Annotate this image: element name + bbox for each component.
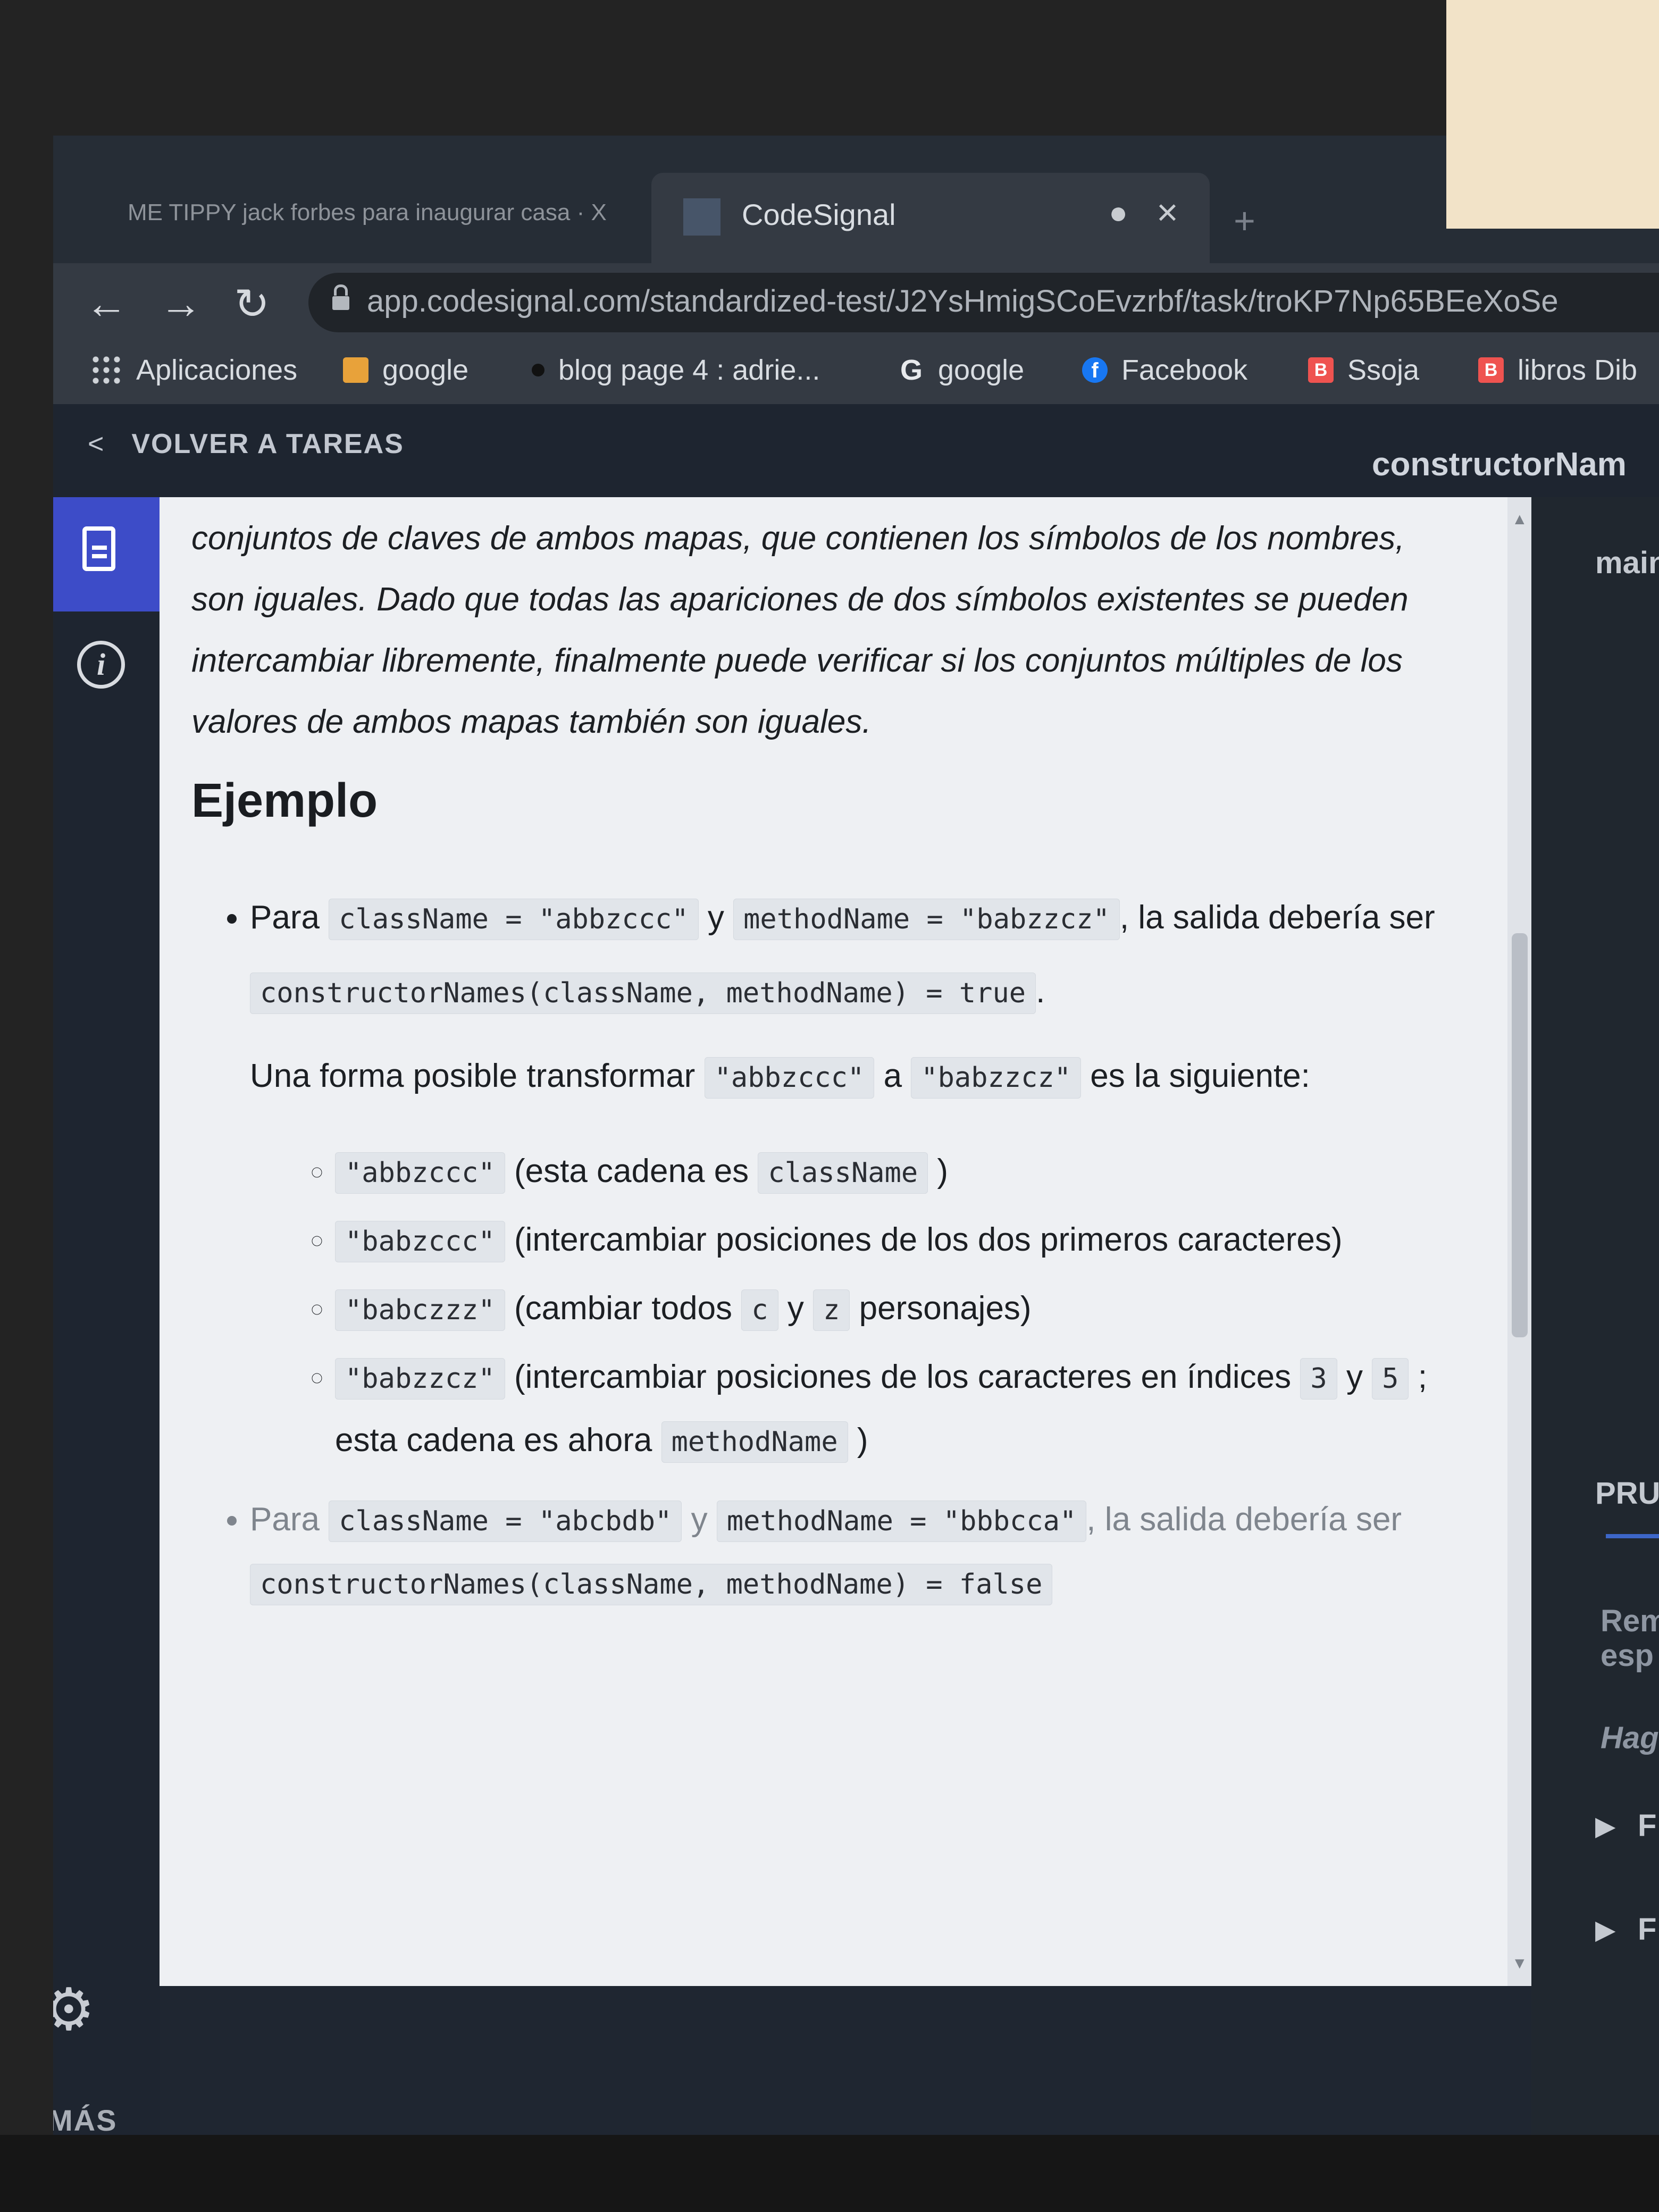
remaining-line-1: Rem: [1601, 1604, 1659, 1638]
dot-icon: [532, 364, 544, 376]
google-g-icon: G: [900, 354, 923, 386]
browser-toolbar: ← → ↻ app.codesignal.com/standardized-te…: [53, 263, 1659, 343]
transform-paragraph: Una forma posible transformar "abbzccc" …: [250, 1045, 1436, 1109]
blogger-icon: B: [1478, 357, 1504, 383]
bookmark-aplicaciones[interactable]: Aplicaciones: [90, 354, 297, 387]
step-item: "abbzccc" (esta cadena es className ): [335, 1141, 1436, 1204]
bookmark-facebook[interactable]: f Facebook: [1082, 354, 1247, 387]
document-icon: [82, 526, 115, 571]
file-tab-main-js[interactable]: main.js: [1595, 545, 1659, 581]
tests-tab-indicator: [1606, 1534, 1659, 1538]
app-header: < VOLVER A TAREAS constructorNam: [53, 404, 1659, 497]
tab-title: CodeSignal: [742, 198, 896, 231]
bookmark-google-1[interactable]: google: [343, 354, 468, 387]
apps-grid-icon: [90, 354, 122, 386]
step-item: "babczzz" (cambiar todos c y z personaje…: [335, 1278, 1436, 1341]
tests-tab[interactable]: PRUEB: [1595, 1476, 1659, 1511]
monitor-bezel: [0, 2135, 1659, 2212]
left-sidebar: i ⚙ MÁS: [53, 497, 160, 2135]
remaining-line-2: esp: [1601, 1638, 1654, 1673]
gear-icon[interactable]: ⚙: [53, 1975, 95, 2043]
facebook-icon: f: [1082, 357, 1108, 383]
test-case-1[interactable]: F: [1638, 1808, 1656, 1844]
hint-text: Hag: [1601, 1721, 1659, 1755]
task-title: constructorNam: [1372, 446, 1627, 483]
description-text: conjuntos de claves de ambos mapas, que …: [191, 508, 1436, 1631]
examples-list: Para className = "abbzccc" y methodName …: [191, 887, 1436, 1615]
audio-indicator-icon[interactable]: ●: [1109, 194, 1128, 231]
description-scrollbar[interactable]: ▲ ▼: [1507, 497, 1531, 1986]
step-item: "babzzcz" (intercambiar posiciones de lo…: [335, 1346, 1436, 1473]
bookmark-ssoja[interactable]: B Ssoja: [1308, 354, 1419, 387]
back-arrow-icon[interactable]: ←: [85, 279, 128, 328]
tab-close-icon[interactable]: ×: [1157, 191, 1178, 233]
expand-test-icon[interactable]: ▶: [1595, 1811, 1615, 1841]
bookmarks-bar: Aplicaciones google blog page 4 : adrie.…: [53, 343, 1659, 404]
more-label[interactable]: MÁS: [53, 2103, 117, 2135]
bookmark-google-2[interactable]: G google: [899, 354, 1024, 387]
editor-panel: main.js PRUEB Rem esp Hag ▶ F ▶ F: [1531, 497, 1659, 2135]
example-item-1: Para className = "abbzccc" y methodName …: [250, 887, 1436, 1473]
scroll-down-icon[interactable]: ▼: [1512, 1955, 1528, 1973]
sticky-note: [1446, 0, 1659, 229]
scroll-thumb[interactable]: [1512, 933, 1528, 1337]
description-tab[interactable]: [53, 497, 160, 611]
codesignal-favicon-icon: [683, 198, 720, 236]
forward-arrow-icon[interactable]: →: [160, 279, 202, 328]
address-bar[interactable]: app.codesignal.com/standardized-test/J2Y…: [308, 273, 1659, 332]
bookmark-blog-page[interactable]: blog page 4 : adrie...: [532, 354, 820, 387]
bookmark-libros[interactable]: B libros Dib: [1478, 354, 1637, 387]
example-heading: Ejemplo: [191, 774, 378, 827]
code-classname: className = "abbzccc": [329, 899, 699, 940]
url-text: app.codesignal.com/standardized-test/J2Y…: [367, 284, 1559, 319]
code-result: constructorNames(className, methodName) …: [250, 973, 1036, 1014]
browser-tab-inactive[interactable]: ME TIPPY jack forbes para inaugurar casa…: [85, 183, 686, 242]
task-description-panel: conjuntos de claves de ambos mapas, que …: [160, 497, 1531, 1986]
step-item: "babzccc" (intercambiar posiciones de lo…: [335, 1209, 1436, 1272]
chevron-left-icon: <: [88, 429, 105, 459]
lock-icon[interactable]: [332, 284, 349, 310]
transform-steps-list: "abbzccc" (esta cadena es className ) "b…: [250, 1141, 1436, 1473]
browser-tabstrip: ME TIPPY jack forbes para inaugurar casa…: [53, 136, 1659, 263]
info-tab[interactable]: i: [53, 611, 160, 726]
expand-test-icon[interactable]: ▶: [1595, 1914, 1615, 1945]
blogger-icon: B: [1308, 357, 1334, 383]
intro-paragraph: conjuntos de claves de ambos mapas, que …: [191, 520, 1409, 740]
bookmark-square-icon: [343, 357, 368, 383]
test-case-2[interactable]: F: [1638, 1912, 1656, 1947]
scroll-up-icon[interactable]: ▲: [1512, 510, 1528, 529]
info-icon: i: [77, 641, 125, 689]
browser-tab-active[interactable]: CodeSignal ● ×: [651, 173, 1210, 263]
new-tab-icon[interactable]: +: [1234, 199, 1255, 242]
code-methodname: methodName = "babzzcz": [733, 899, 1120, 940]
reload-icon[interactable]: ↻: [234, 279, 270, 329]
monitor-screen: ME TIPPY jack forbes para inaugurar casa…: [53, 136, 1659, 2135]
example-item-2: Para className = "abcbdb" y methodName =…: [250, 1489, 1436, 1615]
back-to-tasks-link[interactable]: < VOLVER A TAREAS: [88, 428, 404, 460]
